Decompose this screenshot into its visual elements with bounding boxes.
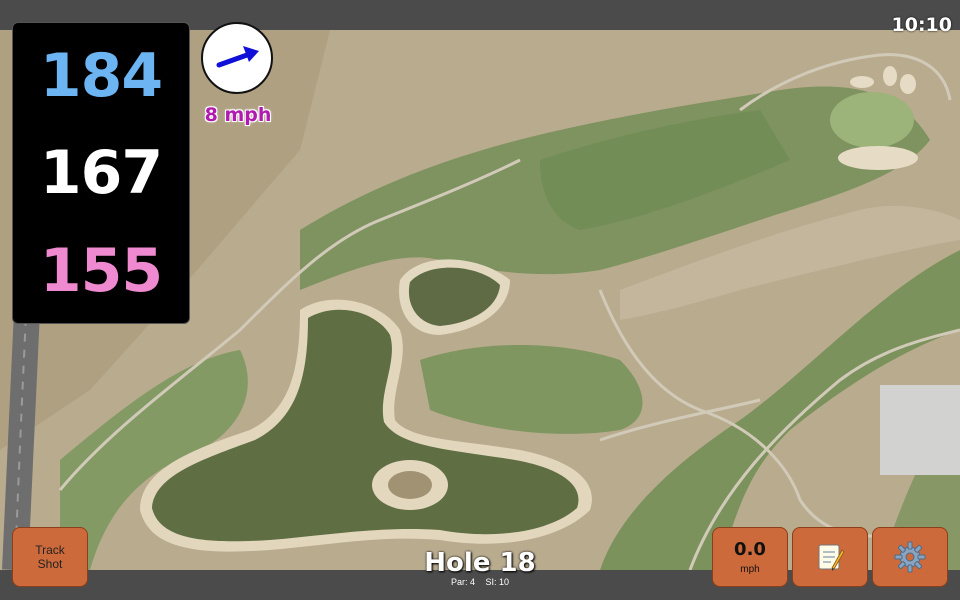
distance-front: 155 <box>39 236 163 306</box>
gear-icon <box>894 541 926 573</box>
wind-speed-label: 8 mph <box>204 104 272 126</box>
distance-middle: 167 <box>39 138 163 208</box>
speed-button[interactable]: 0.0 mph <box>712 527 788 587</box>
speed-value: 0.0 <box>734 539 766 560</box>
distance-back: 184 <box>39 41 163 111</box>
wind-indicator <box>201 22 273 94</box>
hole-info: Par: 4 SI: 10 <box>380 577 580 587</box>
hole-stroke-index: SI: 10 <box>485 577 510 587</box>
distance-panel: 184 167 155 <box>12 22 190 324</box>
track-shot-button[interactable]: Track Shot <box>12 527 88 587</box>
notes-button[interactable] <box>792 527 868 587</box>
wind-arrow-icon <box>216 46 259 68</box>
hole-par: Par: 4 <box>450 577 475 587</box>
settings-button[interactable] <box>872 527 948 587</box>
hole-title: Hole 18 <box>424 548 536 578</box>
status-time: 10:10 <box>891 14 952 36</box>
track-shot-label: Track Shot <box>35 543 65 571</box>
speed-unit: mph <box>740 564 760 575</box>
notepad-icon <box>818 544 845 571</box>
